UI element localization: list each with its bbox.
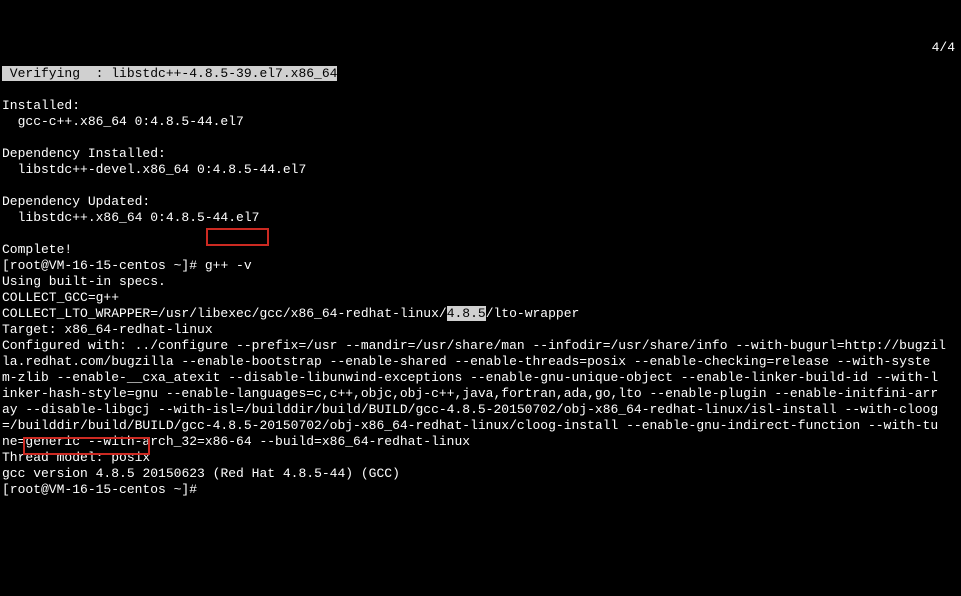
installed-pkg: gcc-c++.x86_64 0:4.8.5-44.el7 bbox=[2, 114, 244, 129]
dep-updated-pkg: libstdc++.x86_64 0:4.8.5-44.el7 bbox=[2, 210, 259, 225]
target-line: Target: x86_64-redhat-linux bbox=[2, 322, 213, 337]
gcc-version-post: 20150623 (Red Hat 4.8.5-44) (GCC) bbox=[142, 466, 399, 481]
shell-prompt: [root@VM-16-15-centos ~]# bbox=[2, 258, 197, 273]
config-line: =/builddir/build/BUILD/gcc-4.8.5-2015070… bbox=[2, 418, 938, 433]
dep-installed-pkg: libstdc++-devel.x86_64 0:4.8.5-44.el7 bbox=[2, 162, 306, 177]
wrapper-post: /lto-wrapper bbox=[486, 306, 580, 321]
wrapper-version: 4.8.5 bbox=[447, 306, 486, 321]
config-line: m-zlib --enable-__cxa_atexit --disable-l… bbox=[2, 370, 938, 385]
config-line: ay --disable-libgcj --with-isl=/builddir… bbox=[2, 402, 938, 417]
dep-installed-header: Dependency Installed: bbox=[2, 146, 166, 161]
command-text: g++ -v bbox=[197, 258, 252, 273]
dep-updated-header: Dependency Updated: bbox=[2, 194, 150, 209]
progress-counter: 4/4 bbox=[932, 40, 955, 56]
wrapper-pre: COLLECT_LTO_WRAPPER=/usr/libexec/gcc/x86… bbox=[2, 306, 447, 321]
verifying-line: Verifying : libstdc++-4.8.5-39.el7.x86_6… bbox=[2, 66, 337, 81]
complete-text: Complete! bbox=[2, 242, 72, 257]
installed-header: Installed: bbox=[2, 98, 80, 113]
gcc-version-mid: version 4.8.5 bbox=[25, 466, 142, 481]
config-line: inker-hash-style=gnu --enable-languages=… bbox=[2, 386, 938, 401]
config-line: Configured with: ../configure --prefix=/… bbox=[2, 338, 946, 353]
config-line: la.redhat.com/bugzilla --enable-bootstra… bbox=[2, 354, 930, 369]
gcc-version-pre: gcc bbox=[2, 466, 25, 481]
terminal-output[interactable]: Verifying : libstdc++-4.8.5-39.el7.x86_6… bbox=[0, 48, 961, 532]
highlight-box-command bbox=[206, 228, 269, 246]
collect-gcc-line: COLLECT_GCC=g++ bbox=[2, 290, 119, 305]
shell-prompt: [root@VM-16-15-centos ~]# bbox=[2, 482, 197, 497]
specs-line: Using built-in specs. bbox=[2, 274, 166, 289]
highlight-box-version bbox=[23, 437, 150, 455]
